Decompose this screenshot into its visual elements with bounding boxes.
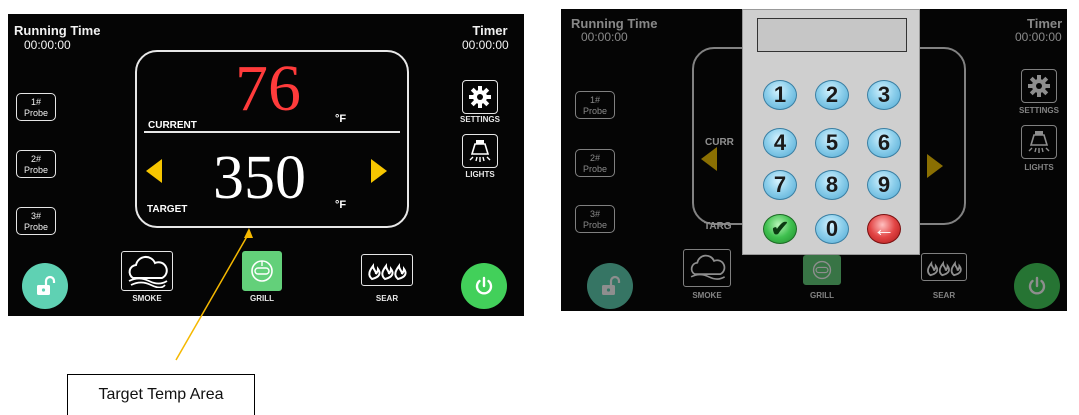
target-temp-callout: Target Temp Area [67, 374, 255, 415]
callout-arrowhead [244, 228, 253, 238]
callout-line [175, 232, 250, 361]
callout-pointer [175, 228, 253, 361]
